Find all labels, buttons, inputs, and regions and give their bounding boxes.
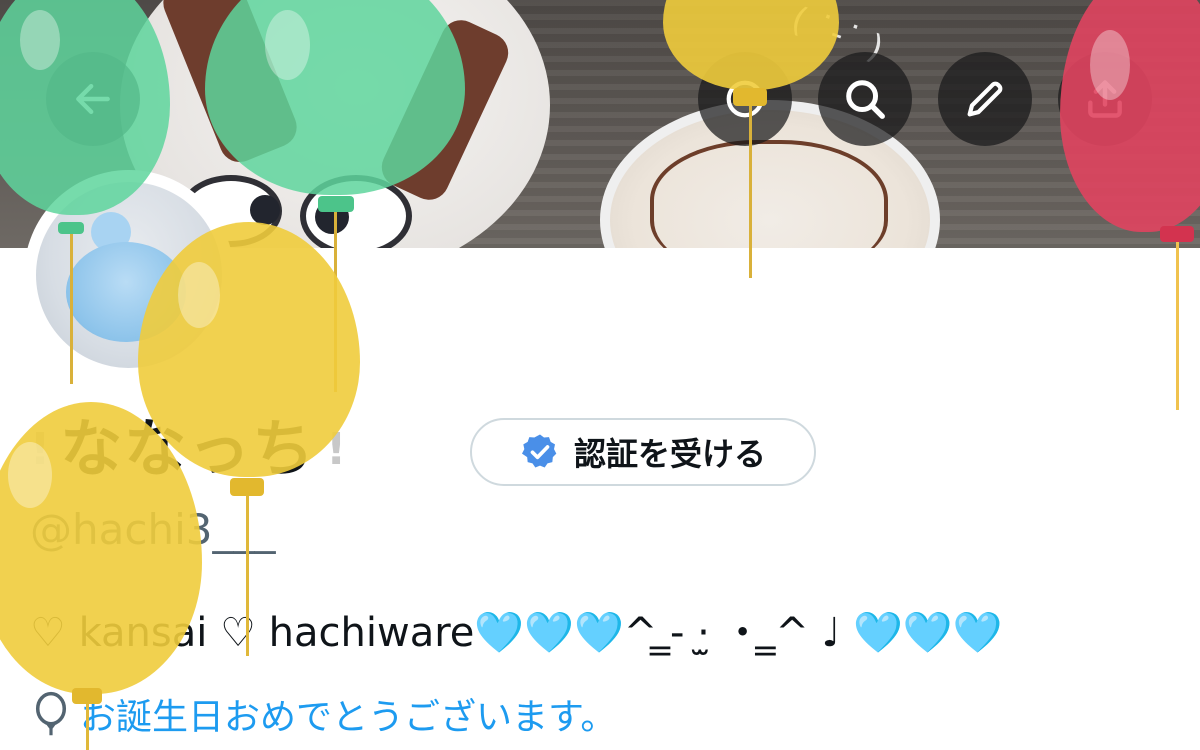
balloon-shine <box>20 10 60 70</box>
balloon-string <box>749 106 752 278</box>
balloon-shine <box>1090 30 1130 100</box>
balloon-string <box>1176 242 1179 410</box>
get-verified-button[interactable]: 認証を受ける <box>470 418 816 486</box>
get-verified-label: 認証を受ける <box>573 435 766 473</box>
balloon-string <box>70 234 73 384</box>
balloon-knot <box>58 222 84 234</box>
balloon-green <box>205 0 465 195</box>
balloon-shine <box>265 10 310 80</box>
pencil-icon <box>967 81 1003 117</box>
search-icon <box>846 80 885 119</box>
balloon-string <box>246 496 249 656</box>
edit-button[interactable] <box>938 52 1032 146</box>
balloon-string <box>86 704 89 750</box>
verified-badge-icon <box>521 434 557 468</box>
balloon-knot <box>230 478 264 496</box>
search-button[interactable] <box>818 52 912 146</box>
banner-plush-pupil <box>250 195 280 225</box>
banner-latte-art <box>650 140 888 248</box>
balloon-knot <box>318 196 354 212</box>
balloon-knot <box>733 88 767 106</box>
birthday-text: お誕生日おめでとうございます。 <box>80 697 617 738</box>
balloon-shine <box>8 442 52 508</box>
balloon-knot <box>72 688 102 704</box>
balloon-shine <box>178 262 220 328</box>
birthday-row: お誕生日おめでとうございます。 <box>32 688 616 740</box>
balloon-icon <box>35 691 67 736</box>
balloon-yellow <box>138 222 360 477</box>
balloon-knot <box>1160 226 1194 242</box>
